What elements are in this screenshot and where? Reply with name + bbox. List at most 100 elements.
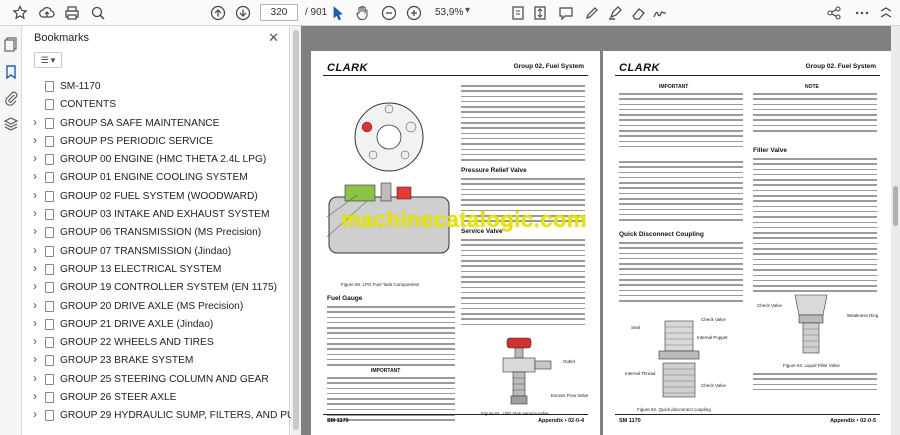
bookmark-label: GROUP PS PERIODIC SERVICE [60,135,214,147]
bookmark-label: CONTENTS [60,99,117,111]
more-options-icon[interactable] [852,3,872,23]
bookmarks-title: Bookmarks [34,32,90,44]
bookmark-item[interactable]: › GROUP 06 TRANSMISSION (MS Precision) [22,224,290,242]
previous-page-icon[interactable] [208,3,228,23]
eraser-icon[interactable] [628,3,648,23]
chevron-right-icon[interactable]: › [33,389,37,403]
highlight-icon[interactable] [605,3,625,23]
bookmarks-scrollbar[interactable] [291,26,301,435]
bookmark-options-button[interactable]: ☰ ▾ [34,52,62,68]
scroll-thumb[interactable] [293,30,299,430]
bookmark-item[interactable]: › GROUP 07 TRANSMISSION (Jindao) [22,243,290,261]
footer-left: SM 1170 [327,418,349,424]
chevron-right-icon[interactable]: › [33,188,37,202]
chevron-down-icon: ▾ [50,54,56,65]
layers-icon[interactable] [3,116,19,132]
bookmark-item[interactable]: › GROUP 01 ENGINE COOLING SYSTEM [22,169,290,187]
bookmarks-panel-icon[interactable] [3,64,19,80]
brand-logo: CLARK [619,62,660,74]
bookmark-page-icon [45,209,54,221]
bookmark-page-icon [45,245,54,257]
chevron-right-icon[interactable]: › [33,224,37,238]
chevron-right-icon[interactable]: › [33,352,37,366]
figure-63-label-weakness-ring: Weakness Ring [847,313,879,318]
bookmark-item[interactable]: › GROUP 25 STEERING COLUMN AND GEAR [22,371,290,389]
heading-quick-disconnect: Quick Disconnect Coupling [619,231,704,238]
bookmark-label: GROUP 23 BRAKE SYSTEM [60,355,194,367]
footer-rule [615,414,880,415]
chevron-right-icon[interactable]: › [33,261,37,275]
cloud-upload-icon[interactable] [37,3,57,23]
body-text-fuel-gauge [327,306,455,370]
bookmark-item[interactable]: › GROUP 29 HYDRAULIC SUMP, FILTERS, AND P… [22,407,310,425]
document-viewer[interactable]: CLARK Group 02, Fuel System Figure 60. L… [301,26,891,435]
bookmark-label: GROUP 22 WHEELS AND TIRES [60,337,214,349]
bookmark-item[interactable]: › GROUP 23 BRAKE SYSTEM [22,352,290,370]
figure-60-caption: Figure 60. LPG Fuel Tank Components [341,282,419,287]
page-thumbnails-icon[interactable] [3,36,19,52]
figure-62-label-check-valve-top: Check Valve [701,317,726,322]
bookmark-item[interactable]: › GROUP SA SAFE MAINTENANCE [22,115,290,133]
page-left: CLARK Group 02, Fuel System Figure 60. L… [311,51,600,435]
bookmark-label: SM-1170 [60,81,101,92]
bookmark-star-icon[interactable] [10,3,30,23]
chevron-right-icon[interactable]: › [33,334,37,348]
fit-page-icon[interactable] [508,3,528,23]
bookmark-item[interactable]: › GROUP 13 ELECTRICAL SYSTEM [22,261,290,279]
figure-61-label-outlet: Outlet [563,359,576,364]
bookmark-item[interactable]: CONTENTS [22,96,290,114]
chevron-right-icon[interactable]: › [33,243,37,257]
scroll-mode-icon[interactable] [530,3,550,23]
figure-62-label-seal: Seal [631,325,641,330]
pen-icon[interactable] [582,3,602,23]
select-cursor-icon[interactable] [328,3,348,23]
hand-tool-icon[interactable] [352,3,372,23]
bookmark-item[interactable]: › GROUP 22 WHEELS AND TIRES [22,334,290,352]
bookmark-item[interactable]: › GROUP 02 FUEL SYSTEM (WOODWARD) [22,188,290,206]
bookmark-item[interactable]: › GROUP 00 ENGINE (HMC THETA 2.4L LPG) [22,151,290,169]
chevron-right-icon[interactable]: › [33,169,37,183]
brand-logo: CLARK [327,62,368,74]
chevron-right-icon[interactable]: › [33,151,37,165]
bookmark-item[interactable]: › GROUP PS PERIODIC SERVICE [22,133,290,151]
attachment-icon[interactable] [3,90,19,106]
chevron-right-icon[interactable]: › [33,115,37,129]
close-icon[interactable]: ✕ [268,30,279,46]
chevron-down-icon[interactable]: ▾ [465,5,470,16]
chevron-right-icon[interactable]: › [33,279,37,293]
bookmark-item[interactable]: SM-1170 [22,78,290,96]
body-text-column-2 [461,85,585,164]
comment-icon[interactable] [556,3,576,23]
bookmark-page-icon [45,81,54,92]
chevron-right-icon[interactable]: › [33,298,37,312]
note-label: NOTE [805,84,819,90]
zoom-level[interactable]: 53,9% [435,7,463,18]
page-number-input[interactable]: 320 [260,4,298,21]
bookmark-item[interactable]: › GROUP 26 STEER AXLE [22,389,290,407]
chevron-right-icon[interactable]: › [33,133,37,147]
search-icon[interactable] [88,3,108,23]
bookmark-item[interactable]: › GROUP 21 DRIVE AXLE (Jindao) [22,316,290,334]
collapse-toolbar-icon[interactable] [876,3,896,23]
print-icon[interactable] [62,3,82,23]
zoom-out-icon[interactable] [379,3,399,23]
bookmark-item[interactable]: › GROUP 20 DRIVE AXLE (MS Precision) [22,298,290,316]
figure-60-illustration [326,102,450,254]
header-rule [323,75,588,76]
bookmark-label: GROUP 26 STEER AXLE [60,392,177,404]
bookmark-item[interactable]: › GROUP 03 INTAKE AND EXHAUST SYSTEM [22,206,290,224]
bookmark-item[interactable]: › GROUP 19 CONTROLLER SYSTEM (EN 1175) [22,279,290,297]
document-scrollbar[interactable] [891,26,900,435]
important-label: IMPORTANT [371,368,401,374]
page-header-title: Group 02. Fuel System [805,63,876,70]
next-page-icon[interactable] [233,3,253,23]
scroll-thumb[interactable] [893,186,898,226]
bookmark-page-icon [45,410,54,422]
signature-icon[interactable] [650,3,670,23]
chevron-right-icon[interactable]: › [33,371,37,385]
share-icon[interactable] [824,3,844,23]
chevron-right-icon[interactable]: › [33,407,37,421]
zoom-in-icon[interactable] [404,3,424,23]
chevron-right-icon[interactable]: › [33,316,37,330]
chevron-right-icon[interactable]: › [33,206,37,220]
